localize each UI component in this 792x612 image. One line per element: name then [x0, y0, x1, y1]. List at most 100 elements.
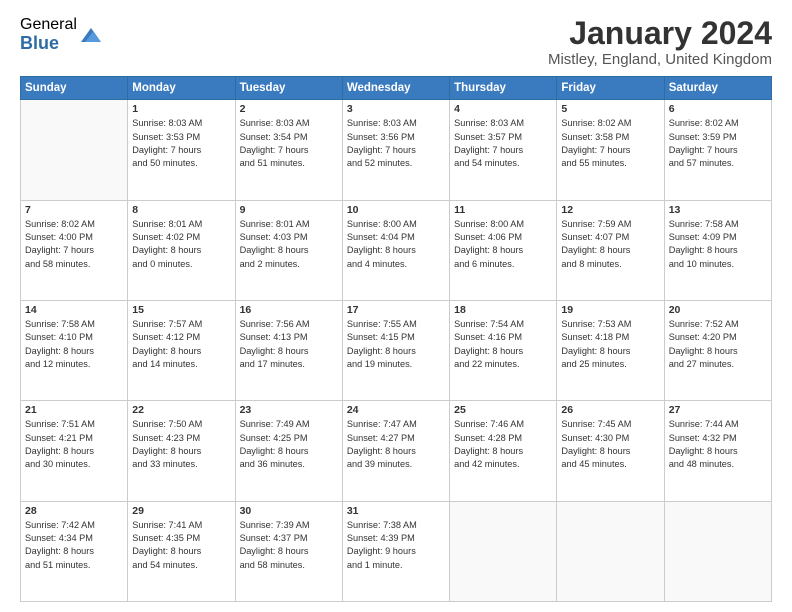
table-row: 30 Sunrise: 7:39 AMSunset: 4:37 PMDayligh… [235, 501, 342, 601]
day-number: 17 [347, 304, 445, 316]
day-number: 22 [132, 404, 230, 416]
calendar-header-row: Sunday Monday Tuesday Wednesday Thursday… [21, 77, 772, 100]
page: General Blue January 2024 Mistley, Engla… [0, 0, 792, 612]
day-info: Sunrise: 7:58 AMSunset: 4:09 PMDaylight:… [669, 218, 767, 271]
day-number: 20 [669, 304, 767, 316]
calendar-table: Sunday Monday Tuesday Wednesday Thursday… [20, 76, 772, 602]
header-monday: Monday [128, 77, 235, 100]
table-row [664, 501, 771, 601]
day-number: 29 [132, 505, 230, 517]
table-row: 17Sunrise: 7:55 AMSunset: 4:15 PMDayligh… [342, 300, 449, 400]
day-number: 30 [240, 505, 338, 517]
day-number: 14 [25, 304, 123, 316]
table-row: 23 Sunrise: 7:49 AMSunset: 4:25 PMDayligh… [235, 401, 342, 501]
day-info: Sunrise: 7:52 AMSunset: 4:20 PMDaylight:… [669, 318, 767, 371]
day-number: 19 [561, 304, 659, 316]
day-info: Sunrise: 7:56 AMSunset: 4:13 PMDaylight:… [240, 318, 338, 371]
day-number: 12 [561, 204, 659, 216]
day-info: Sunrise: 7:49 AMSunset: 4:25 PMDaylight:… [240, 418, 338, 471]
day-info: Sunrise: 8:02 AMSunset: 3:58 PMDaylight:… [561, 117, 659, 170]
day-number: 2 [240, 103, 338, 115]
day-number: 11 [454, 204, 552, 216]
header-sunday: Sunday [21, 77, 128, 100]
day-number: 7 [25, 204, 123, 216]
day-info: Sunrise: 7:42 AMSunset: 4:34 PMDaylight:… [25, 519, 123, 572]
table-row: 24 Sunrise: 7:47 AMSunset: 4:27 PMDayligh… [342, 401, 449, 501]
day-number: 13 [669, 204, 767, 216]
table-row: 16 Sunrise: 7:56 AMSunset: 4:13 PMDayligh… [235, 300, 342, 400]
table-row: 27 Sunrise: 7:44 AMSunset: 4:32 PMDayligh… [664, 401, 771, 501]
day-number: 21 [25, 404, 123, 416]
day-info: Sunrise: 7:58 AMSunset: 4:10 PMDaylight:… [25, 318, 123, 371]
table-row: 14 Sunrise: 7:58 AMSunset: 4:10 PMDayligh… [21, 300, 128, 400]
table-row: 20 Sunrise: 7:52 AMSunset: 4:20 PMDayligh… [664, 300, 771, 400]
table-row: 3Sunrise: 8:03 AMSunset: 3:56 PMDaylight… [342, 100, 449, 200]
day-info: Sunrise: 7:47 AMSunset: 4:27 PMDaylight:… [347, 418, 445, 471]
table-row: 7 Sunrise: 8:02 AMSunset: 4:00 PMDaylight… [21, 200, 128, 300]
table-row: 18Sunrise: 7:54 AMSunset: 4:16 PMDayligh… [450, 300, 557, 400]
day-number: 9 [240, 204, 338, 216]
day-number: 24 [347, 404, 445, 416]
table-row: 13 Sunrise: 7:58 AMSunset: 4:09 PMDayligh… [664, 200, 771, 300]
day-number: 26 [561, 404, 659, 416]
day-number: 25 [454, 404, 552, 416]
day-number: 27 [669, 404, 767, 416]
table-row: 25 Sunrise: 7:46 AMSunset: 4:28 PMDayligh… [450, 401, 557, 501]
month-title: January 2024 [548, 16, 772, 51]
logo-text: General Blue [20, 16, 77, 53]
day-info: Sunrise: 7:57 AMSunset: 4:12 PMDaylight:… [132, 318, 230, 371]
table-row [450, 501, 557, 601]
table-row: 26Sunrise: 7:45 AMSunset: 4:30 PMDayligh… [557, 401, 664, 501]
day-info: Sunrise: 7:51 AMSunset: 4:21 PMDaylight:… [25, 418, 123, 471]
table-row: 5Sunrise: 8:02 AMSunset: 3:58 PMDaylight… [557, 100, 664, 200]
table-row: 21 Sunrise: 7:51 AMSunset: 4:21 PMDayligh… [21, 401, 128, 501]
day-info: Sunrise: 8:00 AMSunset: 4:06 PMDaylight:… [454, 218, 552, 271]
table-row [21, 100, 128, 200]
day-info: Sunrise: 7:38 AMSunset: 4:39 PMDaylight:… [347, 519, 445, 572]
day-info: Sunrise: 7:46 AMSunset: 4:28 PMDaylight:… [454, 418, 552, 471]
logo: General Blue [20, 16, 103, 53]
location-title: Mistley, England, United Kingdom [548, 51, 772, 68]
table-row: 9 Sunrise: 8:01 AMSunset: 4:03 PMDaylight… [235, 200, 342, 300]
table-row: 4 Sunrise: 8:03 AMSunset: 3:57 PMDaylight… [450, 100, 557, 200]
table-row: 22 Sunrise: 7:50 AMSunset: 4:23 PMDayligh… [128, 401, 235, 501]
day-number: 1 [132, 103, 230, 115]
title-block: January 2024 Mistley, England, United Ki… [548, 16, 772, 68]
table-row: 29 Sunrise: 7:41 AMSunset: 4:35 PMDayligh… [128, 501, 235, 601]
day-info: Sunrise: 7:54 AMSunset: 4:16 PMDaylight:… [454, 318, 552, 371]
day-info: Sunrise: 8:03 AMSunset: 3:53 PMDaylight:… [132, 117, 230, 170]
table-row: 19 Sunrise: 7:53 AMSunset: 4:18 PMDayligh… [557, 300, 664, 400]
logo-icon [79, 24, 103, 48]
logo-general: General [20, 16, 77, 34]
day-number: 16 [240, 304, 338, 316]
table-row: 15Sunrise: 7:57 AMSunset: 4:12 PMDayligh… [128, 300, 235, 400]
table-row: 12Sunrise: 7:59 AMSunset: 4:07 PMDayligh… [557, 200, 664, 300]
header-thursday: Thursday [450, 77, 557, 100]
logo-blue: Blue [20, 34, 77, 54]
calendar-week-row: 1 Sunrise: 8:03 AMSunset: 3:53 PMDaylight… [21, 100, 772, 200]
day-number: 4 [454, 103, 552, 115]
day-info: Sunrise: 7:41 AMSunset: 4:35 PMDaylight:… [132, 519, 230, 572]
day-number: 31 [347, 505, 445, 517]
header-wednesday: Wednesday [342, 77, 449, 100]
day-info: Sunrise: 7:50 AMSunset: 4:23 PMDaylight:… [132, 418, 230, 471]
day-number: 6 [669, 103, 767, 115]
day-info: Sunrise: 7:44 AMSunset: 4:32 PMDaylight:… [669, 418, 767, 471]
table-row: 10Sunrise: 8:00 AMSunset: 4:04 PMDayligh… [342, 200, 449, 300]
day-info: Sunrise: 8:03 AMSunset: 3:57 PMDaylight:… [454, 117, 552, 170]
table-row: 1 Sunrise: 8:03 AMSunset: 3:53 PMDaylight… [128, 100, 235, 200]
day-info: Sunrise: 7:39 AMSunset: 4:37 PMDaylight:… [240, 519, 338, 572]
table-row: 28Sunrise: 7:42 AMSunset: 4:34 PMDayligh… [21, 501, 128, 601]
day-number: 23 [240, 404, 338, 416]
day-info: Sunrise: 8:02 AMSunset: 3:59 PMDaylight:… [669, 117, 767, 170]
header-saturday: Saturday [664, 77, 771, 100]
day-info: Sunrise: 8:02 AMSunset: 4:00 PMDaylight:… [25, 218, 123, 271]
day-number: 8 [132, 204, 230, 216]
table-row: 11 Sunrise: 8:00 AMSunset: 4:06 PMDayligh… [450, 200, 557, 300]
day-info: Sunrise: 7:53 AMSunset: 4:18 PMDaylight:… [561, 318, 659, 371]
day-info: Sunrise: 8:01 AMSunset: 4:03 PMDaylight:… [240, 218, 338, 271]
calendar-week-row: 28Sunrise: 7:42 AMSunset: 4:34 PMDayligh… [21, 501, 772, 601]
day-info: Sunrise: 8:00 AMSunset: 4:04 PMDaylight:… [347, 218, 445, 271]
calendar-week-row: 7 Sunrise: 8:02 AMSunset: 4:00 PMDaylight… [21, 200, 772, 300]
header-tuesday: Tuesday [235, 77, 342, 100]
